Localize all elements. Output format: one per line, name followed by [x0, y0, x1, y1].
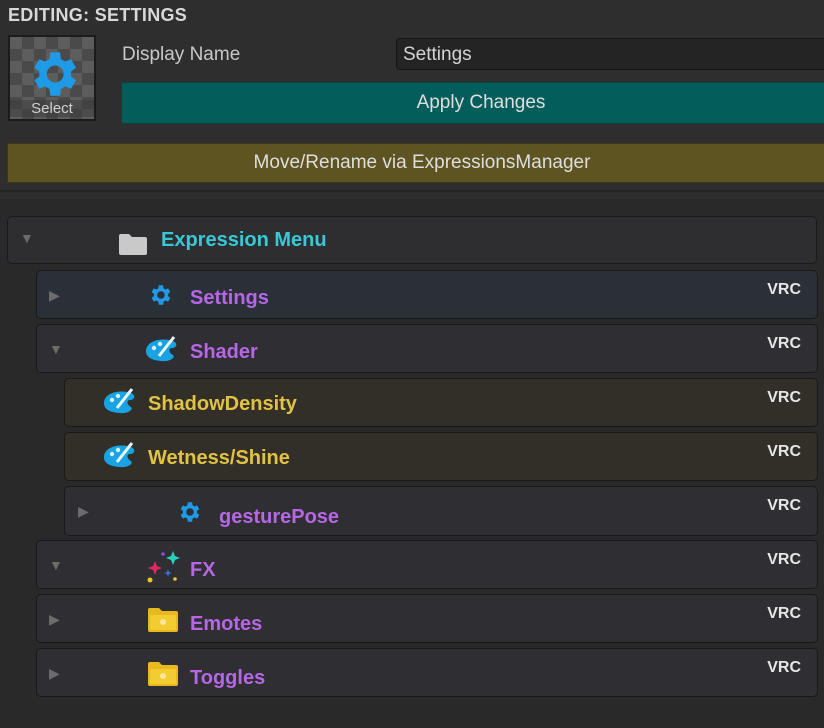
expand-arrow-icon[interactable]: ▼ [20, 230, 34, 246]
gear-icon [34, 52, 76, 96]
vrc-tag: VRC [767, 335, 801, 352]
folder-icon [119, 234, 147, 255]
paint-palette-icon [104, 442, 135, 468]
vrc-tag: VRC [767, 389, 801, 406]
tree-row-gesturepose[interactable]: ▶ gesturePose VRC [64, 486, 818, 536]
gear-icon [151, 285, 171, 305]
tree-label: Settings [190, 287, 269, 309]
expand-arrow-icon[interactable]: ▶ [49, 611, 60, 628]
yellow-folder-icon [148, 608, 178, 632]
collapse-arrow-icon[interactable]: ▼ [49, 341, 63, 357]
tree-label: gesturePose [219, 506, 340, 528]
vrc-tag: VRC [767, 281, 801, 298]
vrc-tag: VRC [767, 497, 801, 514]
collapse-arrow-icon[interactable]: ▼ [49, 557, 63, 573]
sparkles-icon [147, 551, 180, 583]
tree-label: ShadowDensity [148, 393, 297, 415]
tree-row-shadowdensity[interactable]: ShadowDensity VRC [64, 378, 818, 427]
display-name-label: Display Name [122, 44, 241, 65]
yellow-folder-icon [148, 662, 178, 686]
tree-row-wetness-shine[interactable]: Wetness/Shine VRC [64, 432, 818, 481]
vrc-tag: VRC [767, 605, 801, 622]
tree-label: Shader [190, 341, 258, 363]
display-name-input[interactable]: Settings [396, 38, 824, 70]
expand-arrow-icon[interactable]: ▶ [49, 287, 60, 304]
move-rename-button[interactable]: Move/Rename via ExpressionsManager [7, 143, 824, 183]
icon-select-field[interactable]: Select [8, 35, 96, 121]
tree-row-fx[interactable]: ▼ FX VRC [36, 540, 818, 589]
expand-arrow-icon[interactable]: ▶ [78, 503, 89, 520]
vrc-tag: VRC [767, 443, 801, 460]
expand-arrow-icon[interactable]: ▶ [49, 665, 60, 682]
vrc-tag: VRC [767, 659, 801, 676]
tree-row-expression-menu[interactable]: ▼ Expression Menu [7, 216, 817, 264]
gear-icon [180, 502, 200, 522]
vrc-tag: VRC [767, 551, 801, 568]
tree-row-settings[interactable]: ▶ Settings VRC [36, 270, 818, 319]
tree-label: Toggles [190, 667, 266, 689]
tree-row-emotes[interactable]: ▶ Emotes VRC [36, 594, 818, 643]
section-divider [0, 190, 824, 192]
editing-title: EDITING: SETTINGS [8, 5, 188, 25]
tree-label: FX [190, 559, 216, 581]
tree-row-toggles[interactable]: ▶ Toggles VRC [36, 648, 818, 697]
tree-row-shader[interactable]: ▼ Shader VRC [36, 324, 818, 373]
tree-label: Wetness/Shine [148, 447, 290, 469]
tree-label: Expression Menu [161, 229, 327, 251]
paint-palette-icon [146, 336, 177, 362]
apply-changes-button[interactable]: Apply Changes [121, 82, 824, 124]
paint-palette-icon [104, 388, 135, 414]
tree-label: Emotes [190, 613, 263, 635]
select-label[interactable]: Select [10, 100, 94, 117]
